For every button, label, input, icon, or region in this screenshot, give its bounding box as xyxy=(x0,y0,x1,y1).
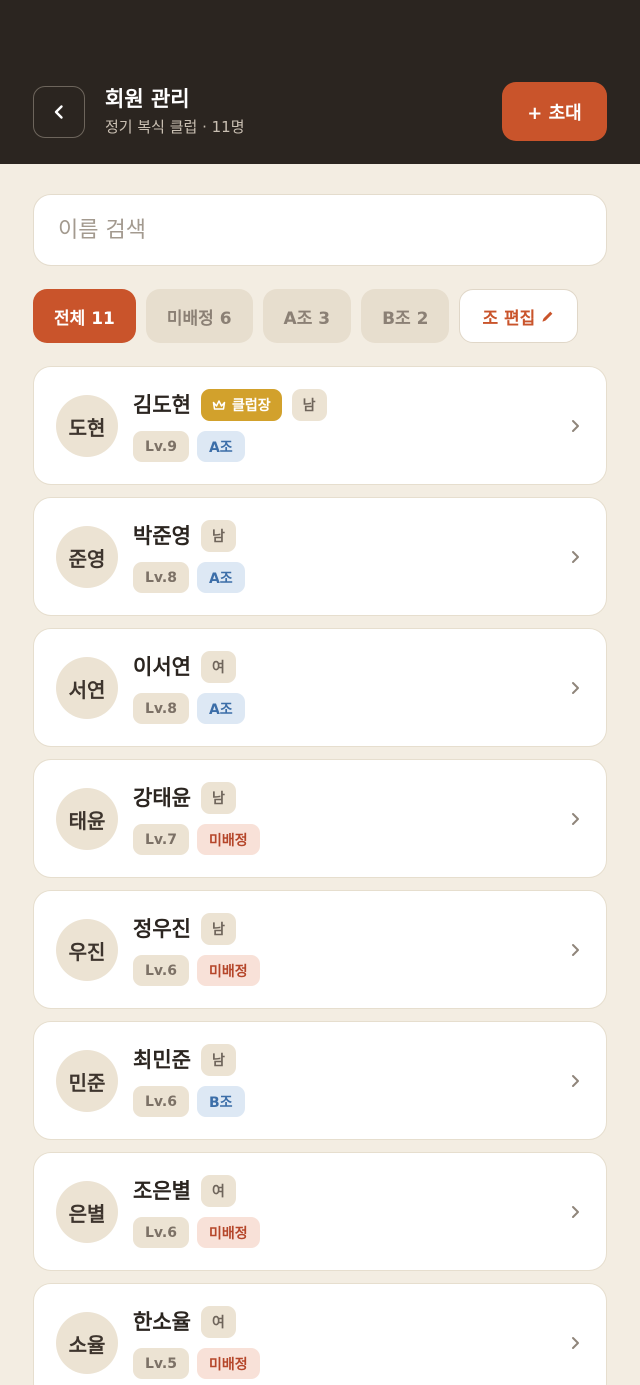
member-name-row: 박준영 남 xyxy=(133,520,236,552)
crown-icon xyxy=(212,400,226,410)
member-tags: Lv.5 미배정 xyxy=(133,1348,260,1379)
avatar: 소율 xyxy=(56,1312,118,1374)
group-tag: 미배정 xyxy=(196,1348,260,1379)
member-tags: Lv.6 미배정 xyxy=(133,955,260,986)
chevron-right-icon xyxy=(572,1336,579,1349)
member-name: 최민준 xyxy=(133,1048,191,1072)
member-name-row: 최민준 남 xyxy=(133,1044,236,1076)
edit-groups-button[interactable]: 조 편집 xyxy=(459,289,579,343)
member-tags: Lv.9 A조 xyxy=(133,431,245,462)
member-name: 정우진 xyxy=(133,917,191,941)
member-name-row: 정우진 남 xyxy=(133,913,236,945)
member-row[interactable]: 소율 한소율 여 Lv.5 미배정 xyxy=(33,1283,607,1385)
member-name: 박준영 xyxy=(133,524,191,548)
member-tags: Lv.8 A조 xyxy=(133,693,245,724)
search-input[interactable] xyxy=(58,217,582,243)
group-tag: A조 xyxy=(196,562,245,593)
app-header: 회원 관리 정기 복식 클럽 · 11명 + 초대 xyxy=(0,0,640,164)
member-row[interactable]: 준영 박준영 남 Lv.8 A조 xyxy=(33,497,607,616)
chevron-right-icon xyxy=(572,1074,579,1087)
page-title: 회원 관리 xyxy=(105,87,190,111)
avatar: 은별 xyxy=(56,1181,118,1243)
avatar: 서연 xyxy=(56,657,118,719)
filter-all[interactable]: 전체 11 xyxy=(33,289,136,343)
gender-badge: 여 xyxy=(200,1175,236,1207)
member-tags: Lv.6 미배정 xyxy=(133,1217,260,1248)
chevron-right-icon xyxy=(572,812,579,825)
avatar: 민준 xyxy=(56,1050,118,1112)
gender-badge: 남 xyxy=(200,913,236,945)
chevron-right-icon xyxy=(572,419,579,432)
invite-button[interactable]: + 초대 xyxy=(502,82,607,141)
member-row[interactable]: 도현 김도현 클럽장 남 Lv.9 A조 xyxy=(33,366,607,485)
member-tags: Lv.6 B조 xyxy=(133,1086,245,1117)
member-name-row: 한소율 여 xyxy=(133,1306,236,1338)
member-name-row: 이서연 여 xyxy=(133,651,236,683)
page-subtitle: 정기 복식 클럽 · 11명 xyxy=(105,118,245,136)
chevron-right-icon xyxy=(572,550,579,563)
filter-group-a[interactable]: A조 3 xyxy=(262,289,352,343)
member-name: 김도현 xyxy=(133,393,191,417)
avatar: 우진 xyxy=(56,919,118,981)
avatar: 준영 xyxy=(56,526,118,588)
filter-group-b[interactable]: B조 2 xyxy=(361,289,450,343)
back-button[interactable] xyxy=(33,86,85,138)
member-tags: Lv.7 미배정 xyxy=(133,824,260,855)
gender-badge: 여 xyxy=(200,651,236,683)
level-tag: Lv.8 xyxy=(133,693,189,724)
member-row[interactable]: 우진 정우진 남 Lv.6 미배정 xyxy=(33,890,607,1009)
member-row[interactable]: 서연 이서연 여 Lv.8 A조 xyxy=(33,628,607,747)
group-tag: 미배정 xyxy=(196,1217,260,1248)
gender-badge: 남 xyxy=(200,782,236,814)
member-row[interactable]: 은별 조은별 여 Lv.6 미배정 xyxy=(33,1152,607,1271)
group-tag: A조 xyxy=(196,693,245,724)
member-list: 도현 김도현 클럽장 남 Lv.9 A조 준영 박준영 남 Lv.8 A조 서연 xyxy=(33,366,607,1385)
group-tag: B조 xyxy=(196,1086,245,1117)
level-tag: Lv.8 xyxy=(133,562,189,593)
level-tag: Lv.6 xyxy=(133,1217,189,1248)
filter-unassigned[interactable]: 미배정 6 xyxy=(145,289,253,343)
edit-groups-label: 조 편집 xyxy=(482,308,536,329)
level-tag: Lv.7 xyxy=(133,824,189,855)
level-tag: Lv.6 xyxy=(133,1086,189,1117)
member-name: 강태윤 xyxy=(133,786,191,810)
level-tag: Lv.5 xyxy=(133,1348,189,1379)
chevron-right-icon xyxy=(572,943,579,956)
chevron-left-icon xyxy=(54,105,63,119)
level-tag: Lv.9 xyxy=(133,431,189,462)
leader-badge: 클럽장 xyxy=(200,389,282,421)
member-row[interactable]: 태윤 강태윤 남 Lv.7 미배정 xyxy=(33,759,607,878)
leader-label: 클럽장 xyxy=(231,398,271,414)
group-tag: A조 xyxy=(196,431,245,462)
chevron-right-icon xyxy=(572,681,579,694)
member-name-row: 김도현 클럽장 남 xyxy=(133,389,327,421)
avatar: 도현 xyxy=(56,395,118,457)
member-name: 조은별 xyxy=(133,1179,191,1203)
group-tag: 미배정 xyxy=(196,955,260,986)
search-box[interactable] xyxy=(33,194,607,266)
member-row[interactable]: 민준 최민준 남 Lv.6 B조 xyxy=(33,1021,607,1140)
chevron-right-icon xyxy=(572,1205,579,1218)
member-name: 한소율 xyxy=(133,1310,191,1334)
gender-badge: 남 xyxy=(200,1044,236,1076)
avatar: 태윤 xyxy=(56,788,118,850)
gender-badge: 여 xyxy=(200,1306,236,1338)
member-name-row: 강태윤 남 xyxy=(133,782,236,814)
filter-chips: 전체 11 미배정 6 A조 3 B조 2 조 편집 xyxy=(33,289,579,343)
gender-badge: 남 xyxy=(200,520,236,552)
member-name: 이서연 xyxy=(133,655,191,679)
level-tag: Lv.6 xyxy=(133,955,189,986)
pencil-icon xyxy=(542,311,553,322)
group-tag: 미배정 xyxy=(196,824,260,855)
member-name-row: 조은별 여 xyxy=(133,1175,236,1207)
gender-badge: 남 xyxy=(291,389,327,421)
member-tags: Lv.8 A조 xyxy=(133,562,245,593)
